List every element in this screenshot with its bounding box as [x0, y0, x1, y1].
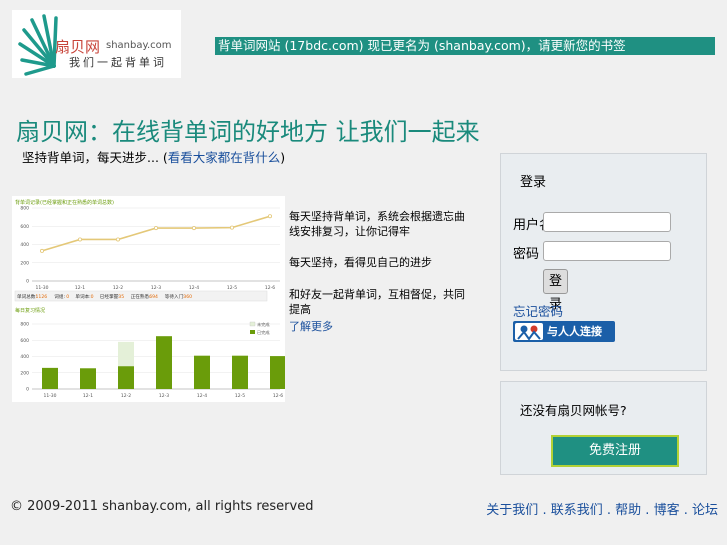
footer-link-about[interactable]: 关于我们	[486, 503, 538, 518]
bar-y-tick-label: 600	[20, 338, 29, 344]
footer-link-help[interactable]: 帮助	[615, 503, 641, 518]
line-x-tick-label: 12-5	[227, 285, 237, 291]
bar-finished	[42, 367, 58, 389]
password-label: 密码	[513, 247, 540, 262]
login-panel: 登录 用户名 密码 登录 忘记密码 与人人连接	[500, 153, 707, 371]
bar-finished	[156, 336, 172, 389]
line-x-tick-label: 12-2	[113, 285, 123, 291]
line-point	[229, 225, 234, 230]
footer-links: 关于我们 . 联系我们 . 帮助 . 博客 . 论坛	[486, 503, 718, 518]
bar-x-tick-label: 12-3	[159, 393, 169, 399]
legend-swatch-finished	[250, 330, 255, 334]
subline: 坚持背单词，每天进步... (看看大家都在背什么)	[22, 150, 286, 165]
bar-finished	[194, 355, 210, 389]
rename-notice-banner: 背单词网站 (17bdc.com) 现已更名为 (shanbay.com)，请更…	[215, 37, 715, 55]
legend-swatch-unfinished	[249, 321, 256, 327]
line-point	[267, 214, 272, 219]
stat-label: 单词总数:	[17, 293, 37, 300]
site-logo[interactable]: 扇贝网 shanbay.com 我们一起背单词	[12, 10, 181, 78]
line-y-tick-label: 600	[20, 224, 29, 230]
line-point	[78, 237, 83, 242]
username-input[interactable]	[543, 212, 671, 232]
line-x-tick-label: 12-3	[151, 285, 161, 291]
bar-x-tick-label: 11-30	[43, 393, 56, 399]
stat-label: 正在熟悉:	[131, 293, 151, 300]
line-x-tick-label: 11-30	[35, 285, 48, 291]
login-title: 登录	[520, 175, 547, 190]
stat-label: 词组:	[54, 293, 65, 300]
stat-label: 已经掌握:	[100, 293, 120, 300]
line-y-tick-label: 800	[20, 206, 29, 212]
bar-x-tick-label: 12-5	[235, 393, 245, 399]
signup-button[interactable]: 免费注册	[551, 435, 679, 467]
bar-y-tick-label: 0	[26, 387, 29, 393]
bar-finished	[270, 356, 286, 389]
browse-words-link[interactable]: 看看大家都在背什么	[168, 150, 281, 165]
page-headline: 扇贝网：在线背单词的好地方 让我们一起来	[16, 118, 480, 146]
copyright: © 2009-2011 shanbay.com, all rights rese…	[10, 499, 314, 514]
bar-chart-title: 每日复习情况	[15, 307, 45, 314]
bar-y-tick-label: 400	[20, 354, 29, 360]
feature-text-1: 每天坚持背单词，系统会根据遗忘曲线安排复习，让你记得牢	[289, 210, 465, 238]
bar-y-tick-label: 800	[20, 322, 29, 328]
stat-value: 694	[149, 294, 158, 300]
login-button[interactable]: 登录	[543, 269, 568, 312]
bar-finished	[232, 355, 248, 389]
bar-x-tick-label: 12-4	[197, 393, 207, 399]
stat-value: 0	[91, 294, 94, 300]
feature-text-3: 和好友一起背单词，互相督促，共同提高	[289, 288, 465, 316]
renren-label: 与人人连接	[547, 325, 602, 338]
line-x-tick-label: 12-1	[75, 285, 85, 291]
stat-value: 35	[118, 294, 124, 300]
stat-value: 360	[183, 294, 192, 300]
signup-question: 还没有扇贝网帐号?	[520, 403, 627, 418]
line-y-tick-label: 400	[20, 242, 29, 248]
line-x-tick-label: 12-6	[265, 285, 275, 291]
feature-text-2: 每天坚持，看得见自己的进步	[289, 256, 432, 269]
line-chart-title: 背单词记录(已经掌握和正在熟悉的单词总数)	[15, 199, 114, 206]
stat-label: 单词本:	[75, 293, 91, 300]
bar-finished	[118, 366, 134, 389]
sample-progress-chart: 背单词记录(已经掌握和正在熟悉的单词总数) 0 200 400 600 800 11-30…	[12, 196, 286, 402]
stat-label: 等待入门:	[165, 293, 185, 300]
line-point	[153, 226, 158, 231]
bar-x-tick-label: 12-6	[273, 393, 283, 399]
footer-link-blog[interactable]: 博客	[654, 503, 680, 518]
signup-panel: 还没有扇贝网帐号? 免费注册	[500, 381, 707, 475]
line-y-tick-label: 0	[26, 279, 29, 285]
subline-text: 坚持背单词，每天进步...	[22, 150, 159, 165]
line-y-tick-label: 200	[20, 260, 29, 266]
words-line-series	[41, 215, 271, 252]
bar-x-tick-label: 12-1	[83, 393, 93, 399]
legend-label-finished: 已完成	[257, 329, 270, 336]
renren-connect-button[interactable]: 与人人连接	[513, 321, 615, 342]
logo-name-en: shanbay.com	[106, 40, 172, 51]
footer-link-forum[interactable]: 论坛	[692, 503, 718, 518]
line-point	[191, 226, 196, 231]
bar-finished	[80, 368, 96, 389]
renren-icon	[515, 323, 543, 341]
chart-svg: 背单词记录(已经掌握和正在熟悉的单词总数) 0 200 400 600 800 11-30…	[14, 199, 286, 399]
forgot-password-link[interactable]: 忘记密码	[513, 301, 563, 320]
password-input[interactable]	[543, 241, 671, 261]
stat-value: 0	[66, 294, 69, 300]
stat-value: 1126	[36, 294, 48, 300]
legend-label-unfinished: 未完成	[257, 321, 270, 328]
line-point	[39, 248, 44, 253]
line-point	[116, 237, 121, 242]
learn-more-link[interactable]: 了解更多	[289, 318, 333, 334]
logo-slogan: 我们一起背单词	[69, 56, 167, 69]
line-x-tick-label: 12-4	[189, 285, 199, 291]
bar-x-tick-label: 12-2	[121, 393, 131, 399]
footer-link-contact[interactable]: 联系我们	[551, 503, 603, 518]
bar-y-tick-label: 200	[20, 370, 29, 376]
